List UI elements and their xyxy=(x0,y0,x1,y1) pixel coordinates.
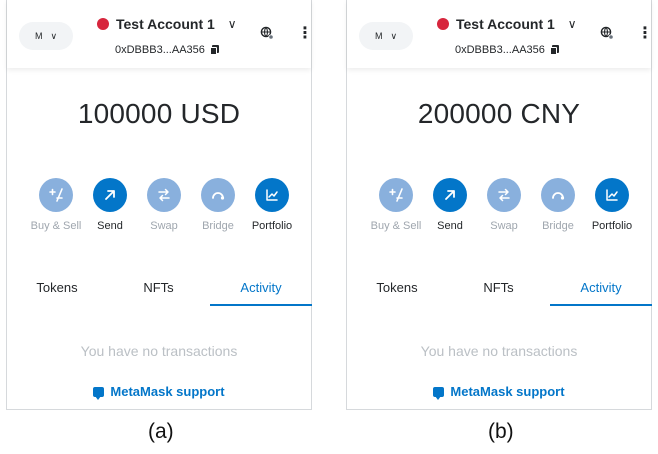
tab-activity[interactable]: Activity xyxy=(210,280,312,295)
tab-nfts[interactable]: NFTs xyxy=(447,280,550,295)
more-options-icon[interactable]: ⋮ xyxy=(297,26,313,42)
copy-icon xyxy=(549,45,559,55)
network-label: M xyxy=(374,31,383,41)
swap-label: Swap xyxy=(150,220,178,232)
bridge-icon xyxy=(201,178,235,212)
address-copy[interactable]: 0xDBBB3...AA356 xyxy=(115,44,219,56)
active-tab-indicator xyxy=(210,304,312,306)
bridge-label: Bridge xyxy=(202,220,234,232)
chat-bubble-icon xyxy=(433,386,445,400)
tab-nfts[interactable]: NFTs xyxy=(107,280,210,295)
copy-icon xyxy=(209,45,219,55)
network-selector[interactable]: M ∨ xyxy=(19,22,73,50)
chevron-down-icon: ∨ xyxy=(50,30,58,41)
plus-minus-icon xyxy=(379,178,413,212)
caption-a: (a) xyxy=(148,420,174,443)
metamask-support-link[interactable]: MetaMask support xyxy=(7,384,311,400)
action-buttons: Buy & Sell Send Swap Bridge Portfolio xyxy=(369,178,639,232)
chevron-down-icon: ∨ xyxy=(390,30,398,41)
bridge-icon xyxy=(541,178,575,212)
swap-button[interactable]: Swap xyxy=(477,178,531,232)
support-label: MetaMask support xyxy=(450,384,565,399)
globe-connection-icon[interactable] xyxy=(600,26,614,40)
account-selector[interactable]: Test Account 1 ∨ xyxy=(97,16,237,32)
buy-sell-button[interactable]: Buy & Sell xyxy=(29,178,83,232)
wallet-panel-a: M ∨ Test Account 1 ∨ 0xDBBB3...AA356 ⋮ 100000 … xyxy=(6,0,313,410)
header: M ∨ Test Account 1 ∨ 0xDBBB3...AA356 ⋮ xyxy=(7,0,313,68)
header: M ∨ Test Account 1 ∨ 0xDBBB3...AA356 ⋮ xyxy=(347,0,653,68)
send-button[interactable]: Send xyxy=(423,178,477,232)
support-label: MetaMask support xyxy=(110,384,225,399)
active-tab-indicator xyxy=(550,304,652,306)
chart-icon xyxy=(255,178,289,212)
send-label: Send xyxy=(437,220,463,232)
network-label: M xyxy=(34,31,43,41)
asset-tabs: Tokens NFTs Activity xyxy=(347,272,652,306)
globe-connection-icon[interactable] xyxy=(260,26,274,40)
swap-button[interactable]: Swap xyxy=(137,178,191,232)
swap-arrows-icon xyxy=(147,178,181,212)
chevron-down-icon: ∨ xyxy=(567,17,577,31)
account-address: 0xDBBB3...AA356 xyxy=(455,44,545,56)
tab-tokens[interactable]: Tokens xyxy=(347,280,447,295)
chat-bubble-icon xyxy=(93,386,105,400)
asset-tabs: Tokens NFTs Activity xyxy=(7,272,312,306)
account-name: Test Account 1 xyxy=(456,16,555,32)
buy-sell-label: Buy & Sell xyxy=(370,220,422,232)
account-address: 0xDBBB3...AA356 xyxy=(115,44,205,56)
portfolio-label: Portfolio xyxy=(251,220,293,232)
account-name: Test Account 1 xyxy=(116,16,215,32)
swap-label: Swap xyxy=(490,220,518,232)
address-copy[interactable]: 0xDBBB3...AA356 xyxy=(455,44,559,56)
caption-b: (b) xyxy=(488,420,514,443)
action-buttons: Buy & Sell Send Swap Bridge Portfolio xyxy=(29,178,299,232)
portfolio-label: Portfolio xyxy=(591,220,633,232)
chart-icon xyxy=(595,178,629,212)
plus-minus-icon xyxy=(39,178,73,212)
send-button[interactable]: Send xyxy=(83,178,137,232)
swap-arrows-icon xyxy=(487,178,521,212)
account-avatar-icon xyxy=(97,18,109,30)
portfolio-button[interactable]: Portfolio xyxy=(245,178,299,232)
balance-amount: 200000 CNY xyxy=(417,98,581,129)
portfolio-button[interactable]: Portfolio xyxy=(585,178,639,232)
chevron-down-icon: ∨ xyxy=(227,17,237,31)
tab-activity[interactable]: Activity xyxy=(550,280,652,295)
account-avatar-icon xyxy=(437,18,449,30)
bridge-label: Bridge xyxy=(542,220,574,232)
send-label: Send xyxy=(97,220,123,232)
more-options-icon[interactable]: ⋮ xyxy=(637,26,653,42)
bridge-button[interactable]: Bridge xyxy=(191,178,245,232)
metamask-support-link[interactable]: MetaMask support xyxy=(347,384,651,400)
wallet-panel-b: M ∨ Test Account 1 ∨ 0xDBBB3...AA356 ⋮ 200000 … xyxy=(346,0,653,410)
arrow-up-right-icon xyxy=(433,178,467,212)
buy-sell-button[interactable]: Buy & Sell xyxy=(369,178,423,232)
network-selector[interactable]: M ∨ xyxy=(359,22,413,50)
tab-tokens[interactable]: Tokens xyxy=(7,280,107,295)
empty-state-message: You have no transactions xyxy=(420,343,578,359)
bridge-button[interactable]: Bridge xyxy=(531,178,585,232)
balance-amount: 100000 USD xyxy=(77,98,241,129)
account-selector[interactable]: Test Account 1 ∨ xyxy=(437,16,577,32)
empty-state-message: You have no transactions xyxy=(80,343,238,359)
arrow-up-right-icon xyxy=(93,178,127,212)
buy-sell-label: Buy & Sell xyxy=(30,220,82,232)
